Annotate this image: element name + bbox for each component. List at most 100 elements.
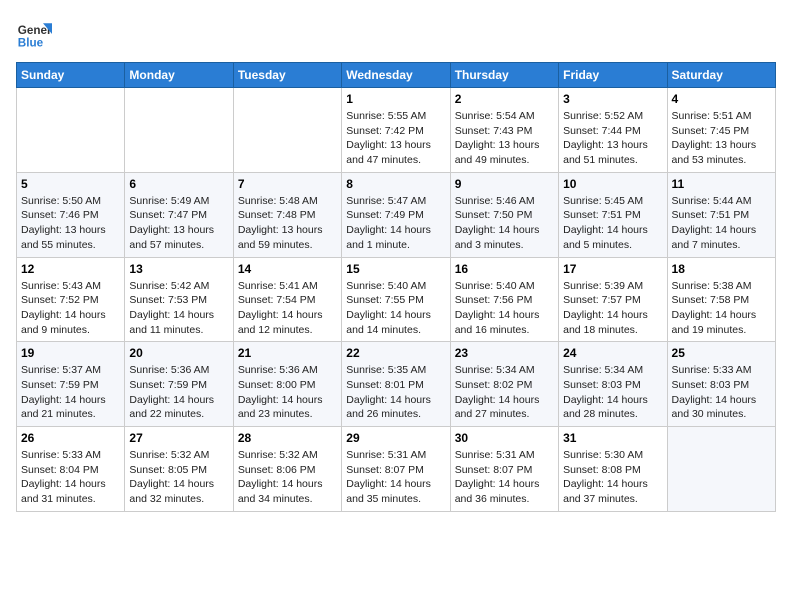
weekday-header-friday: Friday — [559, 63, 667, 88]
day-number: 29 — [346, 431, 445, 445]
day-info: Sunrise: 5:36 AM Sunset: 7:59 PM Dayligh… — [129, 363, 228, 422]
day-number: 13 — [129, 262, 228, 276]
day-info: Sunrise: 5:32 AM Sunset: 8:05 PM Dayligh… — [129, 448, 228, 507]
day-info: Sunrise: 5:36 AM Sunset: 8:00 PM Dayligh… — [238, 363, 337, 422]
calendar-cell — [125, 88, 233, 173]
calendar-cell — [667, 427, 775, 512]
day-info: Sunrise: 5:40 AM Sunset: 7:56 PM Dayligh… — [455, 279, 554, 338]
day-info: Sunrise: 5:46 AM Sunset: 7:50 PM Dayligh… — [455, 194, 554, 253]
day-info: Sunrise: 5:32 AM Sunset: 8:06 PM Dayligh… — [238, 448, 337, 507]
day-info: Sunrise: 5:33 AM Sunset: 8:04 PM Dayligh… — [21, 448, 120, 507]
calendar-cell: 25 Sunrise: 5:33 AM Sunset: 8:03 PM Dayli… — [667, 342, 775, 427]
day-info: Sunrise: 5:31 AM Sunset: 8:07 PM Dayligh… — [346, 448, 445, 507]
logo-icon: General Blue — [16, 16, 52, 52]
calendar-cell: 12 Sunrise: 5:43 AM Sunset: 7:52 PM Dayli… — [17, 257, 125, 342]
page-header: General Blue — [16, 16, 776, 52]
calendar-cell: 7 Sunrise: 5:48 AM Sunset: 7:48 PM Daylig… — [233, 172, 341, 257]
weekday-header-sunday: Sunday — [17, 63, 125, 88]
calendar-cell: 30 Sunrise: 5:31 AM Sunset: 8:07 PM Dayli… — [450, 427, 558, 512]
weekday-header-thursday: Thursday — [450, 63, 558, 88]
day-info: Sunrise: 5:40 AM Sunset: 7:55 PM Dayligh… — [346, 279, 445, 338]
day-number: 3 — [563, 92, 662, 106]
day-info: Sunrise: 5:48 AM Sunset: 7:48 PM Dayligh… — [238, 194, 337, 253]
day-info: Sunrise: 5:49 AM Sunset: 7:47 PM Dayligh… — [129, 194, 228, 253]
calendar-cell: 31 Sunrise: 5:30 AM Sunset: 8:08 PM Dayli… — [559, 427, 667, 512]
calendar-cell: 15 Sunrise: 5:40 AM Sunset: 7:55 PM Dayli… — [342, 257, 450, 342]
day-info: Sunrise: 5:44 AM Sunset: 7:51 PM Dayligh… — [672, 194, 771, 253]
calendar-cell: 20Sunrise: 5:36 AM Sunset: 7:59 PM Dayli… — [125, 342, 233, 427]
day-info: Sunrise: 5:39 AM Sunset: 7:57 PM Dayligh… — [563, 279, 662, 338]
calendar-table: SundayMondayTuesdayWednesdayThursdayFrid… — [16, 62, 776, 512]
day-number: 1 — [346, 92, 445, 106]
calendar-cell: 23 Sunrise: 5:34 AM Sunset: 8:02 PM Dayli… — [450, 342, 558, 427]
day-number: 16 — [455, 262, 554, 276]
calendar-cell: 18 Sunrise: 5:38 AM Sunset: 7:58 PM Dayli… — [667, 257, 775, 342]
calendar-cell: 26Sunrise: 5:33 AM Sunset: 8:04 PM Dayli… — [17, 427, 125, 512]
calendar-cell: 3Sunrise: 5:52 AM Sunset: 7:44 PM Daylig… — [559, 88, 667, 173]
calendar-cell — [233, 88, 341, 173]
day-info: Sunrise: 5:45 AM Sunset: 7:51 PM Dayligh… — [563, 194, 662, 253]
day-number: 6 — [129, 177, 228, 191]
calendar-cell: 6 Sunrise: 5:49 AM Sunset: 7:47 PM Daylig… — [125, 172, 233, 257]
calendar-cell: 28 Sunrise: 5:32 AM Sunset: 8:06 PM Dayli… — [233, 427, 341, 512]
calendar-cell: 8 Sunrise: 5:47 AM Sunset: 7:49 PM Daylig… — [342, 172, 450, 257]
day-number: 18 — [672, 262, 771, 276]
logo: General Blue — [16, 16, 52, 52]
day-info: Sunrise: 5:42 AM Sunset: 7:53 PM Dayligh… — [129, 279, 228, 338]
day-info: Sunrise: 5:33 AM Sunset: 8:03 PM Dayligh… — [672, 363, 771, 422]
day-number: 27 — [129, 431, 228, 445]
day-number: 7 — [238, 177, 337, 191]
day-number: 17 — [563, 262, 662, 276]
calendar-cell: 5Sunrise: 5:50 AM Sunset: 7:46 PM Daylig… — [17, 172, 125, 257]
day-info: Sunrise: 5:41 AM Sunset: 7:54 PM Dayligh… — [238, 279, 337, 338]
day-number: 23 — [455, 346, 554, 360]
day-number: 21 — [238, 346, 337, 360]
day-number: 11 — [672, 177, 771, 191]
day-number: 14 — [238, 262, 337, 276]
day-number: 12 — [21, 262, 120, 276]
calendar-week-row: 19 Sunrise: 5:37 AM Sunset: 7:59 PM Dayli… — [17, 342, 776, 427]
calendar-cell: 2 Sunrise: 5:54 AM Sunset: 7:43 PM Daylig… — [450, 88, 558, 173]
day-info: Sunrise: 5:38 AM Sunset: 7:58 PM Dayligh… — [672, 279, 771, 338]
day-info: Sunrise: 5:30 AM Sunset: 8:08 PM Dayligh… — [563, 448, 662, 507]
calendar-cell: 11 Sunrise: 5:44 AM Sunset: 7:51 PM Dayli… — [667, 172, 775, 257]
day-number: 19 — [21, 346, 120, 360]
calendar-week-row: 26Sunrise: 5:33 AM Sunset: 8:04 PM Dayli… — [17, 427, 776, 512]
day-number: 4 — [672, 92, 771, 106]
calendar-cell: 16 Sunrise: 5:40 AM Sunset: 7:56 PM Dayli… — [450, 257, 558, 342]
calendar-cell: 1 Sunrise: 5:55 AM Sunset: 7:42 PM Daylig… — [342, 88, 450, 173]
day-info: Sunrise: 5:37 AM Sunset: 7:59 PM Dayligh… — [21, 363, 120, 422]
calendar-cell — [17, 88, 125, 173]
day-info: Sunrise: 5:34 AM Sunset: 8:02 PM Dayligh… — [455, 363, 554, 422]
day-info: Sunrise: 5:54 AM Sunset: 7:43 PM Dayligh… — [455, 109, 554, 168]
day-info: Sunrise: 5:47 AM Sunset: 7:49 PM Dayligh… — [346, 194, 445, 253]
day-number: 8 — [346, 177, 445, 191]
day-number: 31 — [563, 431, 662, 445]
day-number: 2 — [455, 92, 554, 106]
calendar-cell: 22Sunrise: 5:35 AM Sunset: 8:01 PM Dayli… — [342, 342, 450, 427]
calendar-cell: 29 Sunrise: 5:31 AM Sunset: 8:07 PM Dayli… — [342, 427, 450, 512]
day-number: 10 — [563, 177, 662, 191]
day-number: 24 — [563, 346, 662, 360]
calendar-week-row: 1 Sunrise: 5:55 AM Sunset: 7:42 PM Daylig… — [17, 88, 776, 173]
day-number: 28 — [238, 431, 337, 445]
calendar-header-row: SundayMondayTuesdayWednesdayThursdayFrid… — [17, 63, 776, 88]
calendar-week-row: 5Sunrise: 5:50 AM Sunset: 7:46 PM Daylig… — [17, 172, 776, 257]
weekday-header-wednesday: Wednesday — [342, 63, 450, 88]
calendar-cell: 17 Sunrise: 5:39 AM Sunset: 7:57 PM Dayli… — [559, 257, 667, 342]
calendar-cell: 24 Sunrise: 5:34 AM Sunset: 8:03 PM Dayli… — [559, 342, 667, 427]
weekday-header-tuesday: Tuesday — [233, 63, 341, 88]
day-number: 25 — [672, 346, 771, 360]
day-number: 30 — [455, 431, 554, 445]
weekday-header-monday: Monday — [125, 63, 233, 88]
calendar-cell: 9Sunrise: 5:46 AM Sunset: 7:50 PM Daylig… — [450, 172, 558, 257]
weekday-header-saturday: Saturday — [667, 63, 775, 88]
day-number: 15 — [346, 262, 445, 276]
day-info: Sunrise: 5:43 AM Sunset: 7:52 PM Dayligh… — [21, 279, 120, 338]
calendar-cell: 27 Sunrise: 5:32 AM Sunset: 8:05 PM Dayli… — [125, 427, 233, 512]
day-info: Sunrise: 5:34 AM Sunset: 8:03 PM Dayligh… — [563, 363, 662, 422]
calendar-cell: 4Sunrise: 5:51 AM Sunset: 7:45 PM Daylig… — [667, 88, 775, 173]
day-info: Sunrise: 5:55 AM Sunset: 7:42 PM Dayligh… — [346, 109, 445, 168]
calendar-cell: 10 Sunrise: 5:45 AM Sunset: 7:51 PM Dayli… — [559, 172, 667, 257]
day-info: Sunrise: 5:31 AM Sunset: 8:07 PM Dayligh… — [455, 448, 554, 507]
